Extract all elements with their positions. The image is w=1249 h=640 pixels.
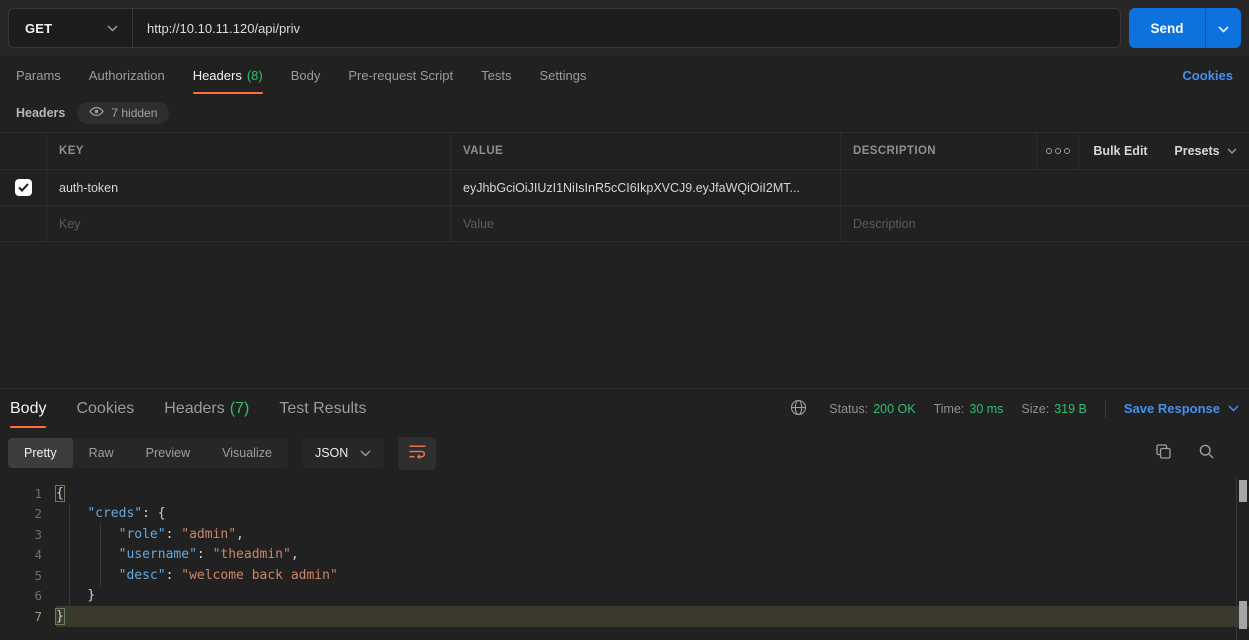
tab-body[interactable]: Body (291, 56, 321, 94)
send-split-button: Send (1129, 8, 1241, 48)
scrollbar-thumb[interactable] (1239, 601, 1247, 629)
toggle-hidden-headers-button[interactable]: 7 hidden (77, 102, 169, 124)
new-header-row: Key Value Description (0, 206, 1249, 242)
indent-guide (69, 504, 70, 606)
divider (1105, 400, 1106, 418)
headers-table: KEY VALUE DESCRIPTION Bulk Edit Presets (0, 132, 1249, 242)
response-body-editor[interactable]: 1 { 2 "creds": { 3 "role": "admin", 4 "u… (0, 478, 1249, 640)
presets-button[interactable]: Presets (1174, 144, 1236, 158)
send-options-button[interactable] (1205, 8, 1241, 48)
status-badge: Status: 200 OK (829, 402, 915, 416)
hidden-headers-count: 7 hidden (111, 106, 157, 120)
method-select[interactable]: GET (9, 9, 133, 47)
headers-editor-header: Headers 7 hidden (0, 94, 1249, 132)
header-description-cell[interactable] (840, 170, 1249, 205)
headers-section-title: Headers (16, 106, 65, 120)
view-pretty-button[interactable]: Pretty (8, 438, 73, 468)
view-preview-button[interactable]: Preview (130, 438, 206, 468)
new-key-input[interactable]: Key (46, 206, 450, 241)
save-response-button[interactable]: Save Response (1124, 401, 1239, 416)
column-value: VALUE (450, 133, 840, 169)
wrap-lines-icon (408, 444, 427, 462)
tab-authorization[interactable]: Authorization (89, 56, 165, 94)
send-button[interactable]: Send (1129, 8, 1205, 48)
headers-count-badge: (8) (247, 68, 263, 83)
tab-pre-request-script[interactable]: Pre-request Script (348, 56, 453, 94)
header-value-cell[interactable]: eyJhbGciOiJIUzI1NiIsInR5cCI6IkpXVCJ9.eyJ… (450, 170, 840, 205)
tab-headers[interactable]: Headers (8) (193, 56, 263, 94)
checkmark-icon (18, 183, 29, 192)
response-actions (1155, 443, 1241, 463)
more-actions-button[interactable] (1037, 148, 1078, 154)
view-mode-switch: Pretty Raw Preview Visualize (8, 438, 288, 468)
code-line: 5 "desc": "welcome back admin" (0, 565, 1249, 586)
response-tab-headers[interactable]: Headers (7) (164, 389, 249, 428)
code-line: 1 { (0, 483, 1249, 504)
response-tab-test-results[interactable]: Test Results (279, 389, 366, 428)
tab-params[interactable]: Params (16, 56, 61, 94)
request-url-bar: GET Send (0, 0, 1249, 56)
chevron-down-icon (1218, 21, 1229, 36)
network-info-button[interactable] (790, 399, 807, 419)
response-tab-body[interactable]: Body (10, 389, 46, 428)
new-value-input[interactable]: Value (450, 206, 840, 241)
copy-icon (1155, 443, 1172, 463)
more-actions-cell (1036, 133, 1078, 169)
scrollbar-thumb[interactable] (1239, 480, 1247, 502)
new-description-input[interactable]: Description (840, 206, 1249, 241)
chevron-down-icon (1227, 148, 1237, 154)
postman-app: GET Send Params Authorization Headers (8… (0, 0, 1249, 640)
code-line: 2 "creds": { (0, 504, 1249, 525)
indent-guide (100, 524, 101, 586)
response-meta: Status: 200 OK Time: 30 ms Size: 319 B S… (790, 399, 1239, 419)
size-badge: Size: 319 B (1021, 402, 1086, 416)
editor-scrollbar (1236, 478, 1249, 640)
header-row-auth-token: auth-token eyJhbGciOiJIUzI1NiIsInR5cCI6I… (0, 170, 1249, 206)
copy-response-button[interactable] (1155, 443, 1172, 463)
bulk-edit-cell: Bulk Edit (1078, 133, 1162, 169)
wrap-lines-button[interactable] (398, 437, 436, 470)
search-icon (1198, 443, 1215, 463)
response-view-toolbar: Pretty Raw Preview Visualize JSON (0, 428, 1249, 478)
method-label: GET (25, 21, 52, 36)
chevron-down-icon (107, 25, 118, 32)
code-line: 3 "role": "admin", (0, 524, 1249, 545)
tab-settings[interactable]: Settings (539, 56, 586, 94)
column-key: KEY (46, 133, 450, 169)
globe-icon (790, 399, 807, 419)
request-tabs: Params Authorization Headers (8) Body Pr… (0, 56, 1249, 94)
table-header-row: KEY VALUE DESCRIPTION Bulk Edit Presets (0, 133, 1249, 170)
column-description: DESCRIPTION (840, 133, 1036, 169)
view-raw-button[interactable]: Raw (73, 438, 130, 468)
url-input[interactable] (133, 9, 1120, 47)
bulk-edit-button[interactable]: Bulk Edit (1093, 144, 1147, 158)
code-line-active: 7 } (0, 606, 1249, 627)
select-all-cell (0, 133, 46, 169)
url-field: GET (8, 8, 1121, 48)
response-tabs-row: Body Cookies Headers (7) Test Results St… (0, 388, 1249, 428)
chevron-down-icon (1228, 405, 1239, 412)
search-response-button[interactable] (1198, 443, 1215, 463)
presets-cell: Presets (1162, 133, 1249, 169)
header-key-cell[interactable]: auth-token (46, 170, 450, 205)
response-headers-count-badge: (7) (230, 400, 250, 418)
eye-icon (89, 106, 104, 120)
code-line: 6 } (0, 586, 1249, 607)
chevron-down-icon (360, 450, 371, 457)
row-checkbox-checked[interactable] (15, 179, 32, 196)
empty-area (0, 242, 1249, 388)
code-line: 4 "username": "theadmin", (0, 545, 1249, 566)
tab-tests[interactable]: Tests (481, 56, 511, 94)
view-visualize-button[interactable]: Visualize (206, 438, 288, 468)
time-badge: Time: 30 ms (934, 402, 1004, 416)
response-tab-cookies[interactable]: Cookies (76, 389, 134, 428)
format-select[interactable]: JSON (302, 438, 384, 468)
cookies-link[interactable]: Cookies (1182, 56, 1233, 94)
